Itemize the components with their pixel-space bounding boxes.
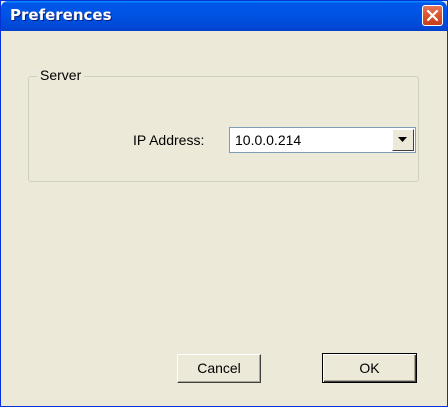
ip-address-label: IP Address: bbox=[133, 132, 205, 148]
dropdown-button[interactable] bbox=[392, 129, 414, 151]
chevron-down-icon bbox=[398, 137, 407, 142]
preferences-dialog: Preferences bbox=[0, 0, 448, 407]
title-bar[interactable]: Preferences bbox=[1, 1, 447, 31]
close-button[interactable] bbox=[422, 5, 443, 26]
ok-button[interactable]: OK bbox=[322, 353, 417, 383]
close-icon bbox=[426, 9, 439, 22]
ip-address-value[interactable]: 10.0.0.214 bbox=[235, 131, 301, 149]
server-group-label: Server bbox=[37, 66, 85, 84]
cancel-button[interactable]: Cancel bbox=[177, 354, 261, 383]
ip-address-combobox[interactable]: 10.0.0.214 bbox=[229, 127, 416, 153]
window-title: Preferences bbox=[10, 6, 112, 24]
